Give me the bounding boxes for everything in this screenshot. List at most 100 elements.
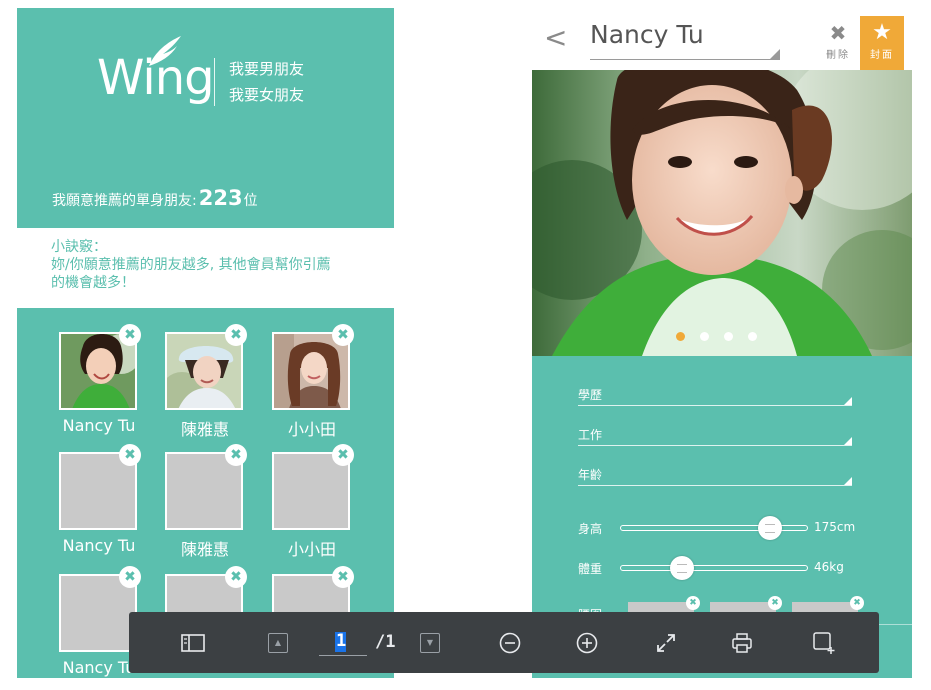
friend-name: Nancy Tu xyxy=(62,416,136,435)
job-field[interactable]: 工作 xyxy=(578,424,852,446)
remove-friend-icon[interactable]: ✖ xyxy=(225,444,247,466)
star-icon: ★ xyxy=(872,20,892,45)
add-annotation-button[interactable] xyxy=(809,612,839,673)
caret-down-icon: ▼ xyxy=(420,632,440,653)
dropdown-corner-icon xyxy=(770,49,780,59)
back-arrow-icon[interactable]: < xyxy=(544,24,567,52)
profile-photo[interactable] xyxy=(532,70,912,356)
feather-icon xyxy=(149,36,181,66)
zoom-out-button[interactable] xyxy=(495,612,525,673)
dropdown-corner-icon xyxy=(844,477,852,485)
zoom-out-icon xyxy=(499,632,521,653)
weight-slider-row: 體重 46kg xyxy=(578,556,898,580)
right-screen: < ✖ 刪除 ★ 封面 xyxy=(532,8,912,678)
close-icon: ✖ xyxy=(829,21,847,45)
want-girlfriend-link[interactable]: 我要女朋友 xyxy=(229,82,304,108)
friend-card[interactable]: ✖ Nancy Tu xyxy=(59,444,141,555)
total-pages: /1 xyxy=(375,632,396,652)
friend-name: 陳雅惠 xyxy=(180,540,229,559)
print-icon xyxy=(732,632,752,653)
page-input-wrap[interactable]: 1 xyxy=(319,628,367,656)
close-icon[interactable]: ✖ xyxy=(850,596,864,610)
dropdown-corner-icon xyxy=(844,437,852,445)
remove-friend-icon[interactable]: ✖ xyxy=(225,566,247,588)
fit-page-button[interactable] xyxy=(651,612,681,673)
want-boyfriend-link[interactable]: 我要男朋友 xyxy=(229,56,304,82)
current-page: 1 xyxy=(336,631,347,651)
education-label: 學歷 xyxy=(578,388,603,402)
weight-value: 46kg xyxy=(814,560,844,574)
friend-card[interactable]: ✖ 小小田 xyxy=(272,324,354,440)
recommend-prefix: 我願意推薦的單身朋友: xyxy=(52,193,197,209)
age-label: 年齡 xyxy=(578,468,603,482)
friend-card[interactable]: ✖ Nancy Tu xyxy=(59,324,141,435)
friend-name: 陳雅惠 xyxy=(180,420,229,439)
remove-friend-icon[interactable]: ✖ xyxy=(119,444,141,466)
tips-title: 小訣竅： xyxy=(51,239,107,255)
education-field[interactable]: 學歷 xyxy=(578,384,852,406)
print-button[interactable] xyxy=(727,612,757,673)
weight-slider-thumb[interactable] xyxy=(670,556,695,580)
recommend-number: 223 xyxy=(198,186,243,210)
friend-card[interactable]: ✖ 陳雅惠 xyxy=(165,444,247,560)
friend-name: Nancy Tu xyxy=(62,658,136,677)
carousel-dot[interactable] xyxy=(748,332,757,341)
cover-label: 封面 xyxy=(870,50,894,61)
prev-page-button[interactable]: ▲ xyxy=(263,612,293,673)
tips-body-line1: 妳/你願意推薦的朋友越多, 其他會員幫你引薦 xyxy=(51,257,331,273)
sidebar-icon xyxy=(181,633,205,652)
header-section: Wing 我要男朋友 我要女朋友 我願意推薦的單身朋友: 223 位 xyxy=(17,8,394,228)
friend-card[interactable]: ✖ 陳雅惠 xyxy=(165,324,247,440)
friend-name: 小小田 xyxy=(287,420,336,439)
next-page-button[interactable]: ▼ xyxy=(415,612,445,673)
remove-friend-icon[interactable]: ✖ xyxy=(119,566,141,588)
name-input[interactable] xyxy=(590,20,770,49)
expand-icon xyxy=(657,633,675,652)
weight-slider-track[interactable] xyxy=(620,565,808,571)
gender-links: 我要男朋友 我要女朋友 xyxy=(229,56,304,108)
delete-button[interactable]: ✖ 刪除 xyxy=(817,16,859,70)
pdf-viewer-stage: Wing 我要男朋友 我要女朋友 我願意推薦的單身朋友: 223 位 小訣竅： … xyxy=(0,0,931,690)
delete-label: 刪除 xyxy=(826,50,850,61)
friend-card[interactable]: ✖ Nancy Tu xyxy=(59,566,141,677)
close-icon[interactable]: ✖ xyxy=(686,596,700,610)
remove-friend-icon[interactable]: ✖ xyxy=(332,444,354,466)
dropdown-corner-icon xyxy=(844,397,852,405)
left-screen: Wing 我要男朋友 我要女朋友 我願意推薦的單身朋友: 223 位 小訣竅： … xyxy=(17,8,394,678)
logo-divider xyxy=(214,58,215,106)
sidebar-toggle-button[interactable] xyxy=(173,612,213,673)
height-slider-thumb[interactable] xyxy=(758,516,783,540)
close-icon[interactable]: ✖ xyxy=(768,596,782,610)
name-field[interactable] xyxy=(590,20,780,60)
add-annotation-icon xyxy=(813,631,835,654)
caret-up-icon: ▲ xyxy=(268,632,288,653)
profile-photo-image xyxy=(532,70,912,356)
pdf-toolbar: ▲ 1 /1 ▼ xyxy=(129,612,879,673)
tips-box: 小訣竅： 妳/你願意推薦的朋友越多, 其他會員幫你引薦 的機會越多！ xyxy=(17,228,394,308)
age-field[interactable]: 年齡 xyxy=(578,464,852,486)
remove-friend-icon[interactable]: ✖ xyxy=(332,324,354,346)
carousel-dot[interactable] xyxy=(724,332,733,341)
tips-body-line2: 的機會越多！ xyxy=(51,275,135,291)
friend-card[interactable]: ✖ 小小田 xyxy=(272,444,354,560)
weight-label: 體重 xyxy=(578,562,603,576)
profile-topbar: < ✖ 刪除 ★ 封面 xyxy=(532,8,912,70)
height-value: 175cm xyxy=(814,520,856,534)
remove-friend-icon[interactable]: ✖ xyxy=(332,566,354,588)
zoom-in-button[interactable] xyxy=(572,612,602,673)
page-indicator: 1 /1 xyxy=(319,627,395,657)
zoom-in-icon xyxy=(576,632,598,653)
remove-friend-icon[interactable]: ✖ xyxy=(119,324,141,346)
job-label: 工作 xyxy=(578,428,603,442)
friend-name: Nancy Tu xyxy=(62,536,136,555)
carousel-dots xyxy=(676,332,757,341)
recommend-suffix: 位 xyxy=(243,193,258,209)
carousel-dot[interactable] xyxy=(676,332,685,341)
remove-friend-icon[interactable]: ✖ xyxy=(225,324,247,346)
carousel-dot[interactable] xyxy=(700,332,709,341)
wing-logo: Wing xyxy=(97,36,215,118)
cover-button[interactable]: ★ 封面 xyxy=(860,16,904,70)
friend-name: 小小田 xyxy=(287,540,336,559)
height-slider-row: 身高 175cm xyxy=(578,516,898,540)
height-label: 身高 xyxy=(578,522,603,536)
